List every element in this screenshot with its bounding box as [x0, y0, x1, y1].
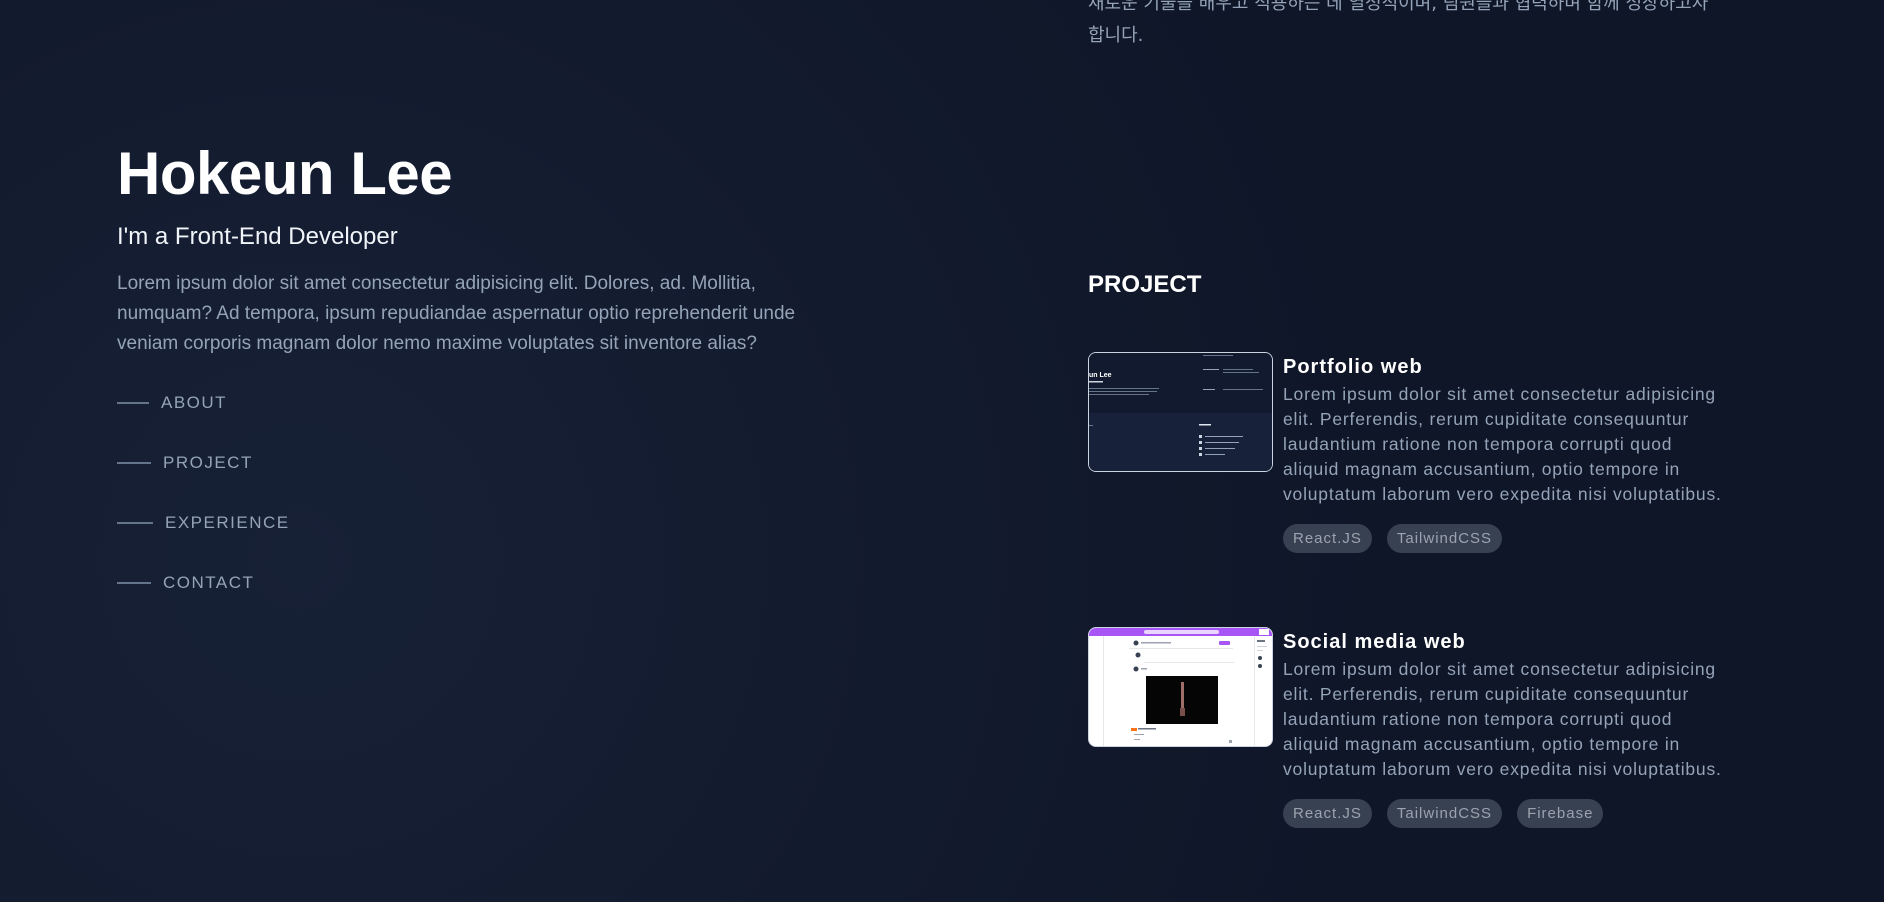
- project-description: Lorem ipsum dolor sit amet consectetur a…: [1283, 659, 1722, 779]
- profile-intro: Lorem ipsum dolor sit amet consectetur a…: [117, 273, 796, 354]
- section-nav: ABOUT PROJECT EXPERIENCE CONTACT: [117, 390, 807, 613]
- nav-item-contact[interactable]: CONTACT: [117, 553, 254, 613]
- profile-name: Hokeun Lee: [117, 140, 453, 207]
- preview-name-text: un Lee: [1089, 372, 1112, 379]
- project-tags: React.JS TailwindCSS Firebase: [1283, 799, 1723, 828]
- project-thumbnail[interactable]: [1088, 627, 1273, 747]
- tech-tag: TailwindCSS: [1386, 799, 1503, 828]
- tech-tag: React.JS: [1283, 524, 1372, 553]
- nav-indicator-line: [117, 522, 153, 524]
- nav-indicator-line: [117, 402, 149, 404]
- tech-tag: React.JS: [1283, 799, 1372, 828]
- project-card-social[interactable]: Social media web Lorem ipsum dolor sit a…: [1088, 627, 1728, 828]
- portfolio-screenshot-image: un Lee: [1089, 353, 1272, 471]
- nav-label: EXPERIENCE: [165, 513, 290, 532]
- nav-indicator-line: [117, 462, 151, 464]
- project-description: Lorem ipsum dolor sit amet consectetur a…: [1283, 384, 1722, 504]
- project-card-portfolio[interactable]: un Lee Portfolio web Lorem ipsum dolor s…: [1088, 352, 1728, 553]
- project-title[interactable]: Portfolio web: [1283, 354, 1723, 380]
- about-text-fragment: 새로운 기술을 배우고 적용하는 데 열정적이며, 팀원들과 협력하며 함께 성…: [1088, 0, 1709, 46]
- nav-label: CONTACT: [163, 573, 255, 592]
- project-tags: React.JS TailwindCSS: [1283, 524, 1723, 553]
- project-thumbnail[interactable]: un Lee: [1088, 352, 1273, 472]
- nav-indicator-line: [117, 582, 151, 584]
- tech-tag: TailwindCSS: [1386, 524, 1503, 553]
- nav-item-project[interactable]: PROJECT: [117, 433, 253, 493]
- nav-label: ABOUT: [161, 393, 228, 412]
- nav-item-experience[interactable]: EXPERIENCE: [117, 493, 290, 553]
- profile-role: I'm a Front-End Developer: [117, 223, 398, 250]
- tech-tag: Firebase: [1517, 799, 1604, 828]
- project-title[interactable]: Social media web: [1283, 629, 1723, 655]
- project-info: Portfolio web Lorem ipsum dolor sit amet…: [1283, 352, 1723, 553]
- project-info: Social media web Lorem ipsum dolor sit a…: [1283, 627, 1723, 828]
- project-section-title: PROJECT: [1088, 271, 1202, 298]
- nav-item-about[interactable]: ABOUT: [117, 373, 227, 433]
- nav-label: PROJECT: [163, 453, 253, 472]
- profile-panel: Hokeun Lee I'm a Front-End Developer Lor…: [117, 138, 807, 613]
- social-screenshot-image: [1089, 628, 1272, 746]
